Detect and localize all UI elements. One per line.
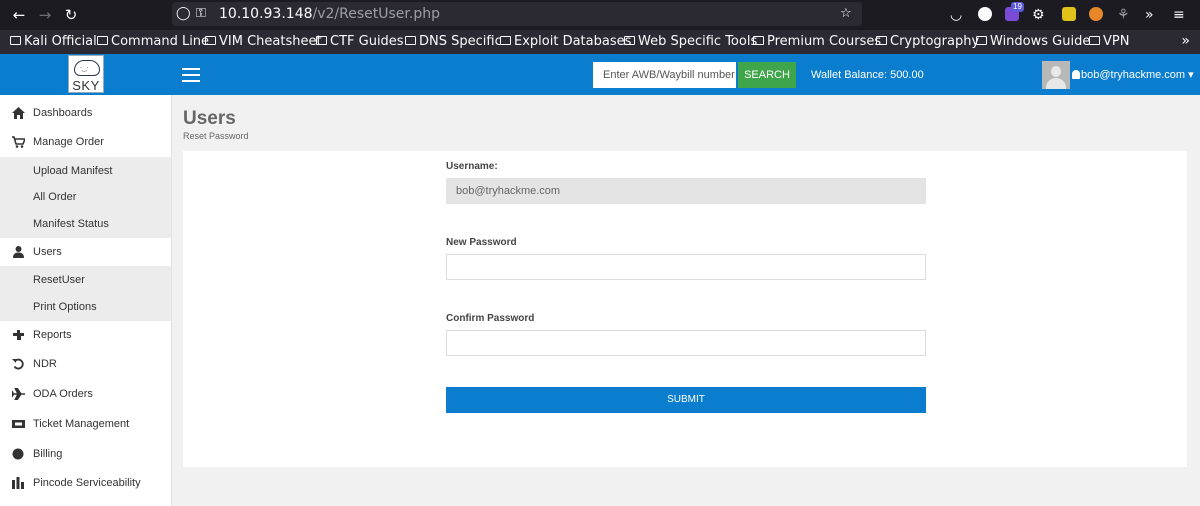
sidebar-item-all-order[interactable]: All Order xyxy=(0,183,171,211)
sidebar-item-reports[interactable]: Reports xyxy=(0,321,171,349)
page-title: Users xyxy=(183,108,236,129)
bookmark-item[interactable]: VPN xyxy=(1089,34,1129,50)
sidebar-item-billing[interactable]: Billing xyxy=(0,440,171,468)
folder-icon xyxy=(1089,36,1100,45)
sidebar-item-upload-manifest[interactable]: Upload Manifest xyxy=(0,157,171,185)
shield-icon: ◯ xyxy=(176,6,191,21)
bookmark-item[interactable]: Windows Guide xyxy=(976,34,1090,50)
extension-fox-icon[interactable] xyxy=(1089,7,1103,21)
bookmark-item[interactable]: Web Specific Tools xyxy=(624,34,757,50)
bookmark-item[interactable]: VIM Cheatsheet xyxy=(205,34,322,50)
folder-icon xyxy=(205,36,216,45)
folder-icon xyxy=(624,36,635,45)
overflow-chevron-icon[interactable]: » xyxy=(1145,5,1154,25)
puzzle-icon xyxy=(13,330,24,340)
sidebar-item-pincode-serviceability[interactable]: Pincode Serviceability xyxy=(0,469,171,497)
logo[interactable]: ·‿· SKY xyxy=(68,55,104,93)
sidebar-item-ticket-management[interactable]: Ticket Management xyxy=(0,410,171,438)
url-bar[interactable]: ◯ ⚿ 10.10.93.148/v2/ResetUser.php ☆ xyxy=(172,2,862,26)
menu-icon[interactable]: ≡ xyxy=(1173,5,1185,25)
sidebar-item-ndr[interactable]: NDR xyxy=(0,350,171,378)
user-icon xyxy=(1072,70,1080,79)
folder-icon xyxy=(500,36,511,45)
username-label: Username: xyxy=(446,161,498,172)
bookmark-item[interactable]: Premium Courses xyxy=(753,34,881,50)
url-text: 10.10.93.148/v2/ResetUser.php xyxy=(219,6,440,22)
avatar[interactable] xyxy=(1042,61,1070,89)
pocket-icon[interactable]: ◡ xyxy=(950,5,962,25)
reload-icon[interactable]: ↻ xyxy=(60,4,82,26)
folder-icon xyxy=(10,36,21,45)
plane-icon xyxy=(12,388,25,400)
lock-icon: ⚿ xyxy=(196,6,206,21)
sidebar: Dashboards Manage Order Upload Manifest … xyxy=(0,95,172,506)
sidebar-item-print-options[interactable]: Print Options xyxy=(0,293,171,321)
sidebar-item-resetuser[interactable]: ResetUser xyxy=(0,266,171,294)
extension-color-icon[interactable] xyxy=(1062,7,1076,21)
sidebar-item-manage-order[interactable]: Manage Order xyxy=(0,128,171,156)
user-menu[interactable]: bob@tryhackme.com ▾ xyxy=(1072,68,1194,82)
wallet-balance: Wallet Balance: 500.00 xyxy=(811,69,924,81)
confirm-password-label: Confirm Password xyxy=(446,313,535,324)
back-arrow-icon[interactable]: ← xyxy=(8,4,30,26)
bookmark-item[interactable]: DNS Specific xyxy=(405,34,502,50)
bookmarks-overflow-icon[interactable]: » xyxy=(1181,33,1190,49)
undo-icon xyxy=(12,358,24,370)
username-field[interactable] xyxy=(446,178,926,204)
ticket-icon xyxy=(12,420,25,428)
bookmark-item[interactable]: Cryptography xyxy=(876,34,979,50)
search-button[interactable]: SEARCH xyxy=(738,62,796,88)
account-icon[interactable] xyxy=(978,7,992,21)
new-password-field[interactable] xyxy=(446,254,926,280)
folder-icon xyxy=(316,36,327,45)
bookmark-item[interactable]: Kali Official xyxy=(10,34,97,50)
bookmark-item[interactable]: CTF Guides xyxy=(316,34,404,50)
extension-gear-icon[interactable]: ⚙ xyxy=(1032,5,1045,25)
confirm-password-field[interactable] xyxy=(446,330,926,356)
folder-icon xyxy=(97,36,108,45)
user-icon xyxy=(13,246,24,258)
forward-arrow-icon[interactable]: → xyxy=(34,4,56,26)
sidebar-item-users[interactable]: Users xyxy=(0,238,171,266)
page-subtitle: Reset Password xyxy=(183,131,249,141)
extension-puzzle-icon[interactable]: ⚘ xyxy=(1117,5,1130,25)
bookmark-item[interactable]: Exploit Databases xyxy=(500,34,631,50)
bar-chart-icon xyxy=(12,477,24,489)
bookmark-star-icon[interactable]: ☆ xyxy=(840,4,852,24)
sidebar-item-oda-orders[interactable]: ODA Orders xyxy=(0,380,171,408)
awb-search-input[interactable] xyxy=(593,62,736,88)
cart-icon xyxy=(12,136,25,148)
circle-icon xyxy=(12,448,24,460)
sidebar-item-dashboards[interactable]: Dashboards xyxy=(0,99,171,127)
folder-icon xyxy=(876,36,887,45)
home-icon xyxy=(12,107,25,119)
sidebar-item-manifest-status[interactable]: Manifest Status xyxy=(0,210,171,238)
folder-icon xyxy=(976,36,987,45)
bookmarks-bar: Kali Official Command Line VIM Cheatshee… xyxy=(0,30,1200,54)
extension-badge: 19 xyxy=(1011,2,1024,12)
new-password-label: New Password xyxy=(446,237,517,248)
caret-down-icon: ▾ xyxy=(1188,69,1194,81)
hamburger-menu-icon[interactable] xyxy=(182,68,200,82)
folder-icon xyxy=(753,36,764,45)
submit-button[interactable]: SUBMIT xyxy=(446,387,926,413)
browser-toolbar: ← → ↻ ◯ ⚿ 10.10.93.148/v2/ResetUser.php … xyxy=(0,0,1200,30)
bookmark-item[interactable]: Command Line xyxy=(97,34,209,50)
folder-icon xyxy=(405,36,416,45)
